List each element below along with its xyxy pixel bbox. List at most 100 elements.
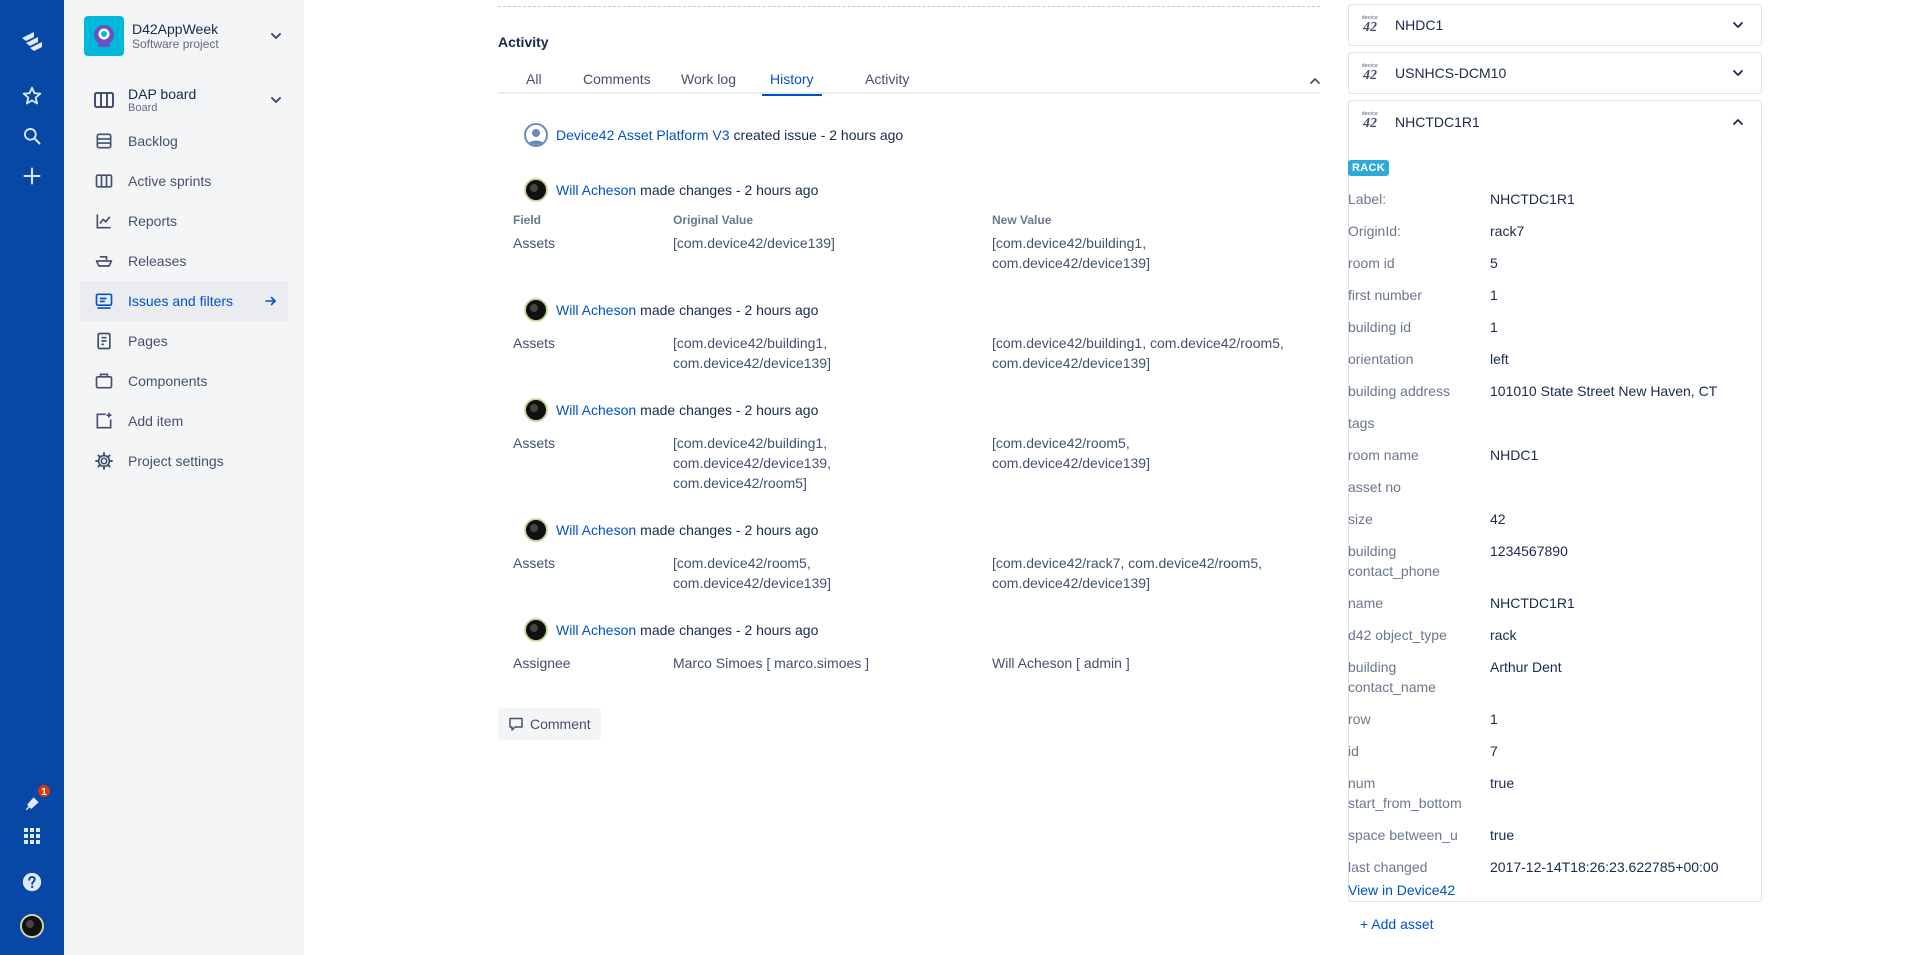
notifications-icon[interactable]: 1 bbox=[16, 783, 52, 820]
prop-value: left bbox=[1490, 351, 1509, 367]
prop-value: 2017-12-14T18:26:23.622785+00:00 bbox=[1490, 859, 1719, 875]
asset-name: NHCTDC1R1 bbox=[1395, 113, 1480, 130]
prop-value: 1 bbox=[1490, 287, 1498, 303]
tab-history[interactable]: History bbox=[762, 70, 822, 96]
history-entry: Will Acheson made changes - 2 hours ago bbox=[524, 178, 818, 202]
global-nav: 1 bbox=[0, 0, 64, 955]
entry-text: made changes - 2 hours ago bbox=[640, 302, 819, 318]
chevron-down-icon bbox=[1733, 70, 1743, 76]
prop-key: tags bbox=[1348, 415, 1375, 431]
sidebar-item-components[interactable]: Components bbox=[80, 361, 288, 401]
board-switcher[interactable]: DAP board Board bbox=[84, 84, 284, 116]
entry-text: made changes - 2 hours ago bbox=[640, 402, 819, 418]
history-entry-created: Device42 Asset Platform V3 created issue… bbox=[524, 123, 903, 147]
help-icon[interactable] bbox=[16, 866, 48, 898]
prop-value: rack bbox=[1490, 627, 1517, 643]
sidebar-item-backlog[interactable]: Backlog bbox=[80, 121, 288, 161]
sidebar-item-pages[interactable]: Pages bbox=[80, 321, 288, 361]
asset-name: USNHCS-DCM10 bbox=[1395, 65, 1507, 81]
view-in-device42-link[interactable]: View in Device42 bbox=[1348, 882, 1455, 898]
prop-value: true bbox=[1490, 775, 1515, 791]
change-field: Assets bbox=[513, 555, 556, 571]
asset-accordion-nhctdc1r1[interactable]: device 42 NHCTDC1R1 bbox=[1348, 100, 1762, 142]
user-link[interactable]: Will Acheson bbox=[556, 302, 636, 318]
issues-icon bbox=[92, 289, 116, 313]
sidebar-item-label: Reports bbox=[128, 213, 178, 229]
sidebar-item-label: Components bbox=[128, 373, 208, 389]
comment-button-label: Comment bbox=[530, 716, 591, 732]
prop-key: first number bbox=[1348, 287, 1422, 303]
sidebar-item-label: Add item bbox=[128, 413, 184, 429]
prop-value: 1234567890 bbox=[1490, 543, 1568, 559]
add-item-icon bbox=[92, 409, 116, 433]
prop-key: Label: bbox=[1348, 191, 1387, 207]
user-link[interactable]: Will Acheson bbox=[556, 622, 636, 638]
tab-activity[interactable]: Activity bbox=[857, 70, 917, 94]
device42-logo-icon: device 42 bbox=[1361, 111, 1379, 131]
sidebar-item-issues-and-filters[interactable]: Issues and filters bbox=[80, 281, 288, 321]
prop-key: building id bbox=[1348, 319, 1412, 335]
sidebar-item-label: Releases bbox=[128, 253, 187, 269]
change-original: [com.device42/device139] bbox=[673, 235, 835, 251]
user-avatar bbox=[524, 398, 548, 422]
asset-accordion-nhdc1[interactable]: device 42 NHDC1 bbox=[1348, 4, 1762, 46]
sidebar-item-add-item[interactable]: Add item bbox=[80, 401, 288, 441]
prop-key: last changed bbox=[1348, 859, 1428, 875]
prop-value: 42 bbox=[1490, 511, 1506, 527]
change-new: Will Acheson [ admin ] bbox=[992, 655, 1130, 671]
profile-avatar[interactable] bbox=[16, 910, 48, 942]
page-icon bbox=[92, 329, 116, 353]
user-link[interactable]: Device42 Asset Platform V3 bbox=[556, 127, 730, 143]
board-icon bbox=[92, 169, 116, 193]
project-logo-icon bbox=[84, 16, 124, 56]
history-entry: Will Acheson made changes - 2 hours ago bbox=[524, 618, 818, 642]
star-icon[interactable] bbox=[16, 80, 48, 112]
activity-tabs: All Comments Work log History Activity bbox=[498, 70, 1322, 96]
change-field: Assignee bbox=[513, 655, 571, 671]
tab-all[interactable]: All bbox=[518, 70, 550, 94]
device42-logo-icon: device 42 bbox=[1361, 14, 1379, 35]
jira-logo-icon[interactable] bbox=[16, 26, 48, 58]
tab-work-log[interactable]: Work log bbox=[673, 70, 744, 94]
sidebar-item-label: Pages bbox=[128, 333, 168, 349]
search-icon[interactable] bbox=[16, 120, 48, 152]
device42-logo-icon: device 42 bbox=[1361, 62, 1379, 83]
add-asset-link[interactable]: + Add asset bbox=[1360, 916, 1434, 932]
asset-accordion-usnhcs-dcm10[interactable]: device 42 USNHCS-DCM10 bbox=[1348, 52, 1762, 94]
change-original: [com.device42/building1, com.device42/dev… bbox=[673, 435, 831, 491]
create-plus-icon[interactable] bbox=[16, 160, 48, 192]
prop-value: 1 bbox=[1490, 319, 1498, 335]
entry-text: made changes - 2 hours ago bbox=[640, 182, 819, 198]
project-switcher[interactable]: D42AppWeek Software project bbox=[84, 16, 284, 56]
prop-key: d42 object_type bbox=[1348, 627, 1447, 643]
sidebar-item-reports[interactable]: Reports bbox=[80, 201, 288, 241]
tab-comments[interactable]: Comments bbox=[575, 70, 659, 94]
sidebar-item-active-sprints[interactable]: Active sprints bbox=[80, 161, 288, 201]
sidebar-item-label: Active sprints bbox=[128, 173, 212, 189]
sidebar-item-releases[interactable]: Releases bbox=[80, 241, 288, 281]
notification-badge: 1 bbox=[36, 783, 52, 799]
comment-icon bbox=[509, 717, 523, 731]
history-entry: Will Acheson made changes - 2 hours ago bbox=[524, 398, 818, 422]
change-original: Marco Simoes [ marco.simoes ] bbox=[673, 655, 870, 671]
dashed-divider bbox=[498, 0, 1320, 7]
prop-value: NHCTDC1R1 bbox=[1490, 595, 1575, 611]
sidebar-item-label: Backlog bbox=[128, 133, 178, 149]
comment-button[interactable]: Comment bbox=[498, 708, 601, 740]
header-original: Original Value bbox=[673, 213, 754, 227]
user-avatar bbox=[524, 298, 548, 322]
entry-text: created issue - 2 hours ago bbox=[733, 127, 904, 143]
header-field: Field bbox=[513, 213, 542, 227]
chevron-down-icon bbox=[271, 33, 281, 39]
prop-key: num start_from_bottom bbox=[1348, 775, 1462, 811]
sidebar-item-project-settings[interactable]: Project settings bbox=[80, 441, 288, 481]
app-switcher-icon[interactable] bbox=[16, 820, 48, 852]
change-field: Assets bbox=[513, 435, 556, 451]
user-link[interactable]: Will Acheson bbox=[556, 182, 636, 198]
chevron-up-icon[interactable] bbox=[1308, 74, 1322, 88]
change-new: [com.device42/building1, com.device42/ro… bbox=[992, 335, 1284, 371]
user-link[interactable]: Will Acheson bbox=[556, 522, 636, 538]
entry-text: made changes - 2 hours ago bbox=[640, 522, 819, 538]
user-link[interactable]: Will Acheson bbox=[556, 402, 636, 418]
change-field: Assets bbox=[513, 235, 556, 251]
